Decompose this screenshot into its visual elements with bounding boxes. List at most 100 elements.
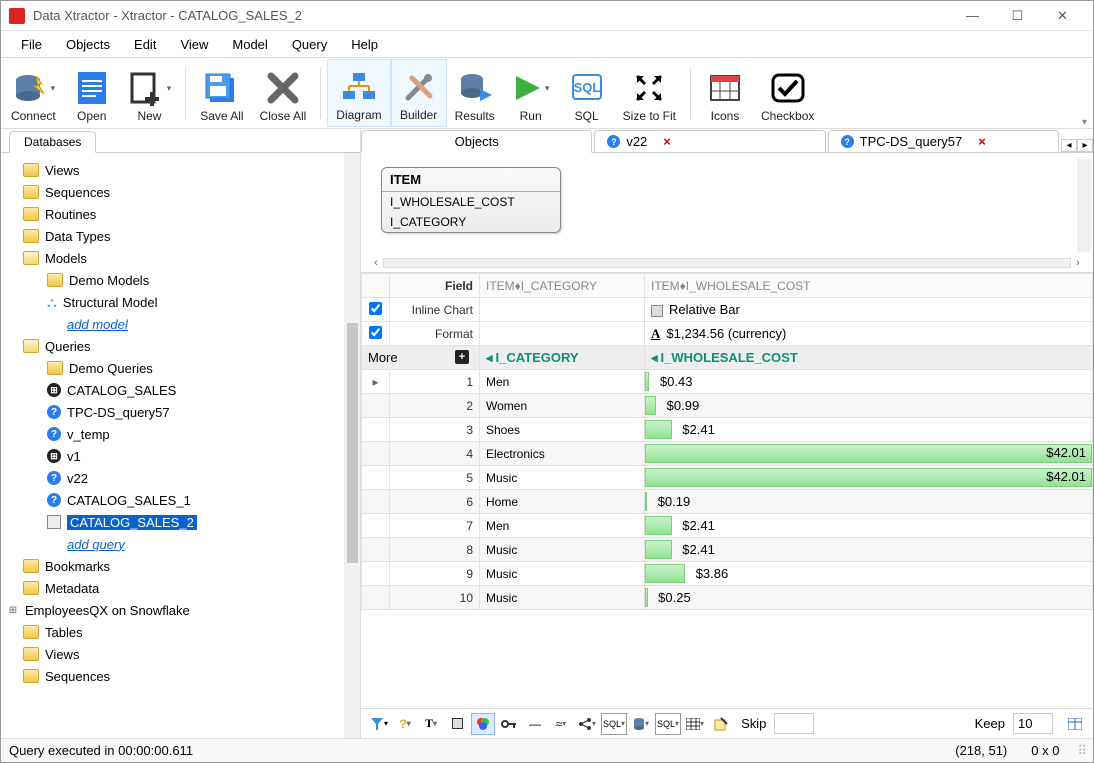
- tab-next-button[interactable]: ▸: [1077, 139, 1093, 152]
- grid-chart-a[interactable]: [480, 298, 645, 322]
- tab-objects[interactable]: Objects: [361, 130, 592, 153]
- minimize-button[interactable]: —: [950, 2, 995, 30]
- grid-more-label[interactable]: More: [368, 350, 398, 365]
- sql-button[interactable]: SQL SQL: [559, 59, 615, 127]
- grid-format-b[interactable]: A$1,234.56 (currency): [645, 322, 1093, 346]
- save-all-button[interactable]: Save All: [192, 59, 251, 127]
- table-row[interactable]: 6Home$0.19: [362, 490, 1093, 514]
- table-row[interactable]: ▸1Men$0.43: [362, 370, 1093, 394]
- format-checkbox[interactable]: [369, 326, 382, 339]
- grid-colhead-b[interactable]: ◂I_WHOLESALE_COST: [645, 346, 1093, 370]
- table-row[interactable]: 3Shoes$2.41: [362, 418, 1093, 442]
- tree-node-models[interactable]: Models: [3, 247, 342, 269]
- diagram-canvas[interactable]: ITEM I_WHOLESALE_COST I_CATEGORY ‹›: [361, 153, 1093, 273]
- diagram-column[interactable]: I_WHOLESALE_COST: [382, 192, 560, 212]
- grid-format-a[interactable]: [480, 322, 645, 346]
- tree-node-sequences[interactable]: Sequences: [3, 181, 342, 203]
- tree-node-v-temp[interactable]: ?v_temp: [3, 423, 342, 445]
- approx-button[interactable]: ≈▾: [549, 713, 573, 735]
- run-button[interactable]: ▾ Run: [503, 59, 559, 127]
- key-button[interactable]: [497, 713, 521, 735]
- tree-node-tpc-ds-query57[interactable]: ?TPC-DS_query57: [3, 401, 342, 423]
- new-button[interactable]: ▾ New: [120, 59, 180, 127]
- close-icon[interactable]: ×: [978, 134, 986, 149]
- box-button[interactable]: [445, 713, 469, 735]
- close-button[interactable]: ✕: [1040, 2, 1085, 30]
- tree-add-query-link[interactable]: add query: [3, 533, 342, 555]
- menu-file[interactable]: File: [11, 34, 52, 55]
- tab-prev-button[interactable]: ◂: [1061, 139, 1077, 152]
- table-row[interactable]: 7Men$2.41: [362, 514, 1093, 538]
- line-button[interactable]: —: [523, 713, 547, 735]
- open-button[interactable]: Open: [64, 59, 120, 127]
- diagram-column[interactable]: I_CATEGORY: [382, 212, 560, 232]
- icons-button[interactable]: Icons: [697, 59, 753, 127]
- grid-colhead-a[interactable]: ◂I_CATEGORY: [480, 346, 645, 370]
- scrollbar-thumb[interactable]: [347, 323, 358, 563]
- table-mini-button[interactable]: ▾: [683, 713, 707, 735]
- table-row[interactable]: 10Music$0.25: [362, 586, 1093, 610]
- tree-node-views-2[interactable]: Views: [3, 643, 342, 665]
- builder-button[interactable]: Builder: [391, 59, 447, 127]
- grid-options-button[interactable]: [1063, 713, 1087, 735]
- tree-node-catalog-sales-2[interactable]: CATALOG_SALES_2: [3, 511, 342, 533]
- grid-field-a[interactable]: ITEM♦I_CATEGORY: [480, 274, 645, 298]
- tree-node-v22[interactable]: ?v22: [3, 467, 342, 489]
- tree-node-catalog-sales[interactable]: ⊞CATALOG_SALES: [3, 379, 342, 401]
- tree-node-tables[interactable]: Tables: [3, 621, 342, 643]
- tree-node-sequences-2[interactable]: Sequences: [3, 665, 342, 687]
- grid-field-b[interactable]: ITEM♦I_WHOLESALE_COST: [645, 274, 1093, 298]
- menu-objects[interactable]: Objects: [56, 34, 120, 55]
- tree-node-routines[interactable]: Routines: [3, 203, 342, 225]
- share-button[interactable]: ▾: [575, 713, 599, 735]
- tree-scrollbar[interactable]: [344, 153, 360, 738]
- ribbon-overflow-icon[interactable]: ▾: [1078, 117, 1091, 128]
- db-mini-button[interactable]: ▾: [629, 713, 653, 735]
- database-tree[interactable]: Views Sequences Routines Data Types Mode…: [1, 153, 344, 738]
- keep-input[interactable]: [1013, 713, 1053, 734]
- connect-button[interactable]: ▾ Connect: [3, 59, 64, 127]
- tab-v22[interactable]: ?v22×: [594, 130, 825, 153]
- diagram-button[interactable]: Diagram: [327, 59, 390, 127]
- help-button[interactable]: ?▾: [393, 713, 417, 735]
- maximize-button[interactable]: ☐: [995, 2, 1040, 30]
- tree-node-catalog-sales-1[interactable]: ?CATALOG_SALES_1: [3, 489, 342, 511]
- table-row[interactable]: 8Music$2.41: [362, 538, 1093, 562]
- tree-node-metadata[interactable]: Metadata: [3, 577, 342, 599]
- tree-node-structural-model[interactable]: ⛬Structural Model: [3, 291, 342, 313]
- size-to-fit-button[interactable]: Size to Fit: [615, 59, 684, 127]
- skip-input[interactable]: [774, 713, 814, 734]
- sql-mini-button[interactable]: SQL▾: [601, 713, 627, 735]
- color-button[interactable]: [471, 713, 495, 735]
- results-button[interactable]: Results: [447, 59, 503, 127]
- results-grid[interactable]: Field ITEM♦I_CATEGORY ITEM♦I_WHOLESALE_C…: [361, 273, 1093, 610]
- table-row[interactable]: 9Music$3.86: [362, 562, 1093, 586]
- tree-node-demo-models[interactable]: Demo Models: [3, 269, 342, 291]
- menu-model[interactable]: Model: [222, 34, 277, 55]
- close-icon[interactable]: ×: [663, 134, 671, 149]
- text-button[interactable]: T▾: [419, 713, 443, 735]
- menu-view[interactable]: View: [170, 34, 218, 55]
- diagram-vscrollbar[interactable]: [1077, 159, 1091, 252]
- tree-node-views[interactable]: Views: [3, 159, 342, 181]
- inline-chart-checkbox[interactable]: [369, 302, 382, 315]
- table-row[interactable]: 5Music$42.01: [362, 466, 1093, 490]
- tab-databases[interactable]: Databases: [9, 131, 96, 153]
- tree-node-bookmarks[interactable]: Bookmarks: [3, 555, 342, 577]
- sql-mini-button-2[interactable]: SQL▾: [655, 713, 681, 735]
- grid-chart-b[interactable]: Relative Bar: [645, 298, 1093, 322]
- add-column-button[interactable]: +: [455, 350, 469, 364]
- filter-button[interactable]: ▾: [367, 713, 391, 735]
- table-row[interactable]: 4Electronics$42.01: [362, 442, 1093, 466]
- table-row[interactable]: 2Women$0.99: [362, 394, 1093, 418]
- tree-node-data-types[interactable]: Data Types: [3, 225, 342, 247]
- tree-node-queries[interactable]: Queries: [3, 335, 342, 357]
- tree-add-model-link[interactable]: add model: [3, 313, 342, 335]
- menu-query[interactable]: Query: [282, 34, 337, 55]
- tab-tpc-ds-query57[interactable]: ?TPC-DS_query57×: [828, 130, 1059, 153]
- close-all-button[interactable]: Close All: [252, 59, 315, 127]
- resize-grip-icon[interactable]: ⠿: [1077, 743, 1085, 759]
- diagram-hscrollbar[interactable]: ‹›: [369, 256, 1085, 270]
- expand-icon[interactable]: ⊞: [7, 605, 19, 616]
- tree-node-v1[interactable]: ⊞v1: [3, 445, 342, 467]
